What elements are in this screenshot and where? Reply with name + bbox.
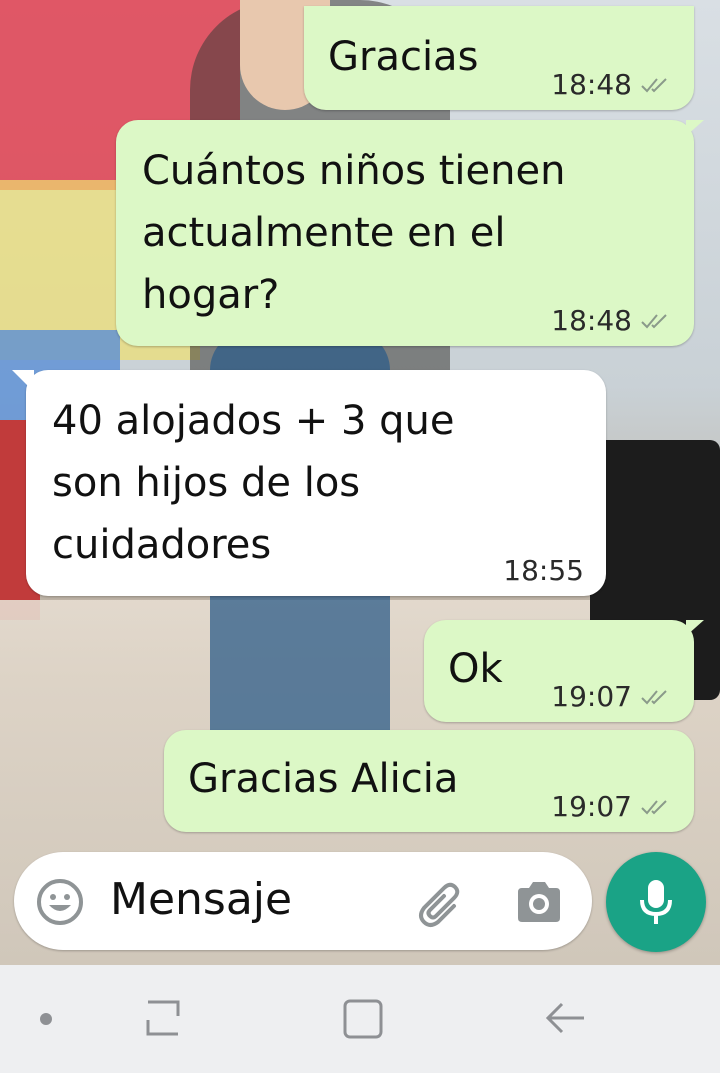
message-time: 19:07 [551, 680, 632, 713]
message-text: Cuántos niños tienen actualmente en el h… [142, 148, 566, 318]
message-bubble-outgoing[interactable]: Cuántos niños tienen actualmente en el h… [116, 120, 704, 346]
message-input[interactable]: Mensaje [110, 872, 292, 928]
read-ticks-icon [641, 800, 667, 815]
emoji-icon[interactable] [36, 878, 84, 926]
message-composer[interactable]: Mensaje [14, 852, 592, 950]
home-icon[interactable] [340, 996, 386, 1042]
message-bubble-outgoing[interactable]: Ok 19:07 [424, 620, 704, 722]
paperclip-icon[interactable] [414, 876, 468, 930]
read-ticks-icon [641, 78, 667, 93]
message-meta: 18:55 [503, 556, 584, 586]
bubble-tail [12, 370, 34, 392]
message-text: Gracias [328, 34, 479, 80]
message-text: 40 alojados + 3 que son hijos de los cui… [52, 398, 455, 568]
message-meta: 18:48 [551, 70, 672, 100]
message-meta: 19:07 [551, 682, 672, 712]
bubble-tail [686, 120, 704, 136]
back-icon[interactable] [540, 996, 590, 1040]
message-meta: 18:48 [551, 306, 672, 336]
camera-icon[interactable] [514, 880, 564, 924]
message-bubble-outgoing[interactable]: Gracias Alicia 19:07 [164, 730, 694, 832]
read-ticks-icon [641, 690, 667, 705]
read-ticks-icon [641, 314, 667, 329]
message-time: 18:55 [503, 554, 584, 587]
message-bubble-incoming[interactable]: 40 alojados + 3 que son hijos de los cui… [12, 370, 606, 596]
message-text: Gracias Alicia [188, 756, 459, 802]
mic-button[interactable] [606, 852, 706, 952]
message-bubble-outgoing[interactable]: Gracias 18:48 [304, 6, 694, 110]
mic-icon [640, 880, 672, 924]
bubble-tail [686, 620, 704, 636]
message-time: 18:48 [551, 68, 632, 101]
message-time: 19:07 [551, 790, 632, 823]
recent-apps-icon[interactable] [138, 996, 188, 1040]
message-time: 18:48 [551, 304, 632, 337]
message-meta: 19:07 [551, 792, 672, 822]
nav-dot-icon[interactable] [40, 1013, 52, 1025]
message-text: Ok [448, 646, 503, 692]
